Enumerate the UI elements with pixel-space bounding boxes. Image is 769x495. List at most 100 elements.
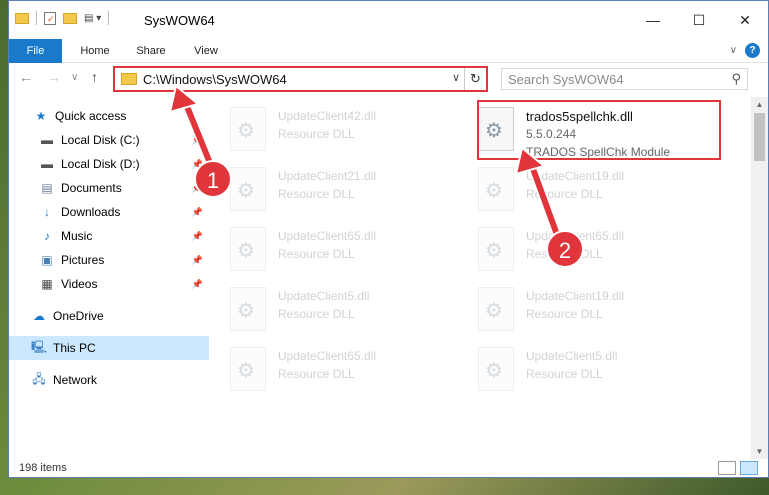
tab-file[interactable]: File [9,39,62,63]
sidebar-item-label: Local Disk (C:) [61,133,140,147]
dll-file-icon [230,167,266,211]
recent-locations-icon[interactable]: ∨ [71,72,78,83]
sidebar-item-videos[interactable]: ▦ Videos 📌 [9,272,209,296]
folder-icon[interactable] [15,12,29,24]
file-tile[interactable]: UpdateClient19.dll Resource DLL [468,161,708,217]
file-name: UpdateClient5.dll [278,289,370,303]
file-name: UpdateClient5.dll [526,349,618,363]
window-controls: — ☐ ✕ [630,1,768,39]
vertical-scrollbar[interactable]: ▲ ▼ [751,97,768,459]
properties-icon[interactable]: ✓ [44,11,56,25]
dll-file-icon [230,227,266,271]
file-description: Resource DLL [526,187,603,201]
explorer-window: ✓ ▤ ▾ SysWOW64 — ☐ ✕ File Home Share Vie… [8,0,769,478]
sidebar-item-local-disk-d[interactable]: ▬ Local Disk (D:) 📌 [9,152,209,176]
sidebar-item-documents[interactable]: ▤ Documents 📌 [9,176,209,200]
ribbon-tabs: File Home Share View ∨ ? [9,39,768,63]
dll-file-icon [478,167,514,211]
sidebar-item-quick-access[interactable]: ★ Quick access [9,104,209,128]
file-description: Resource DLL [278,367,355,381]
pin-icon: 📌 [191,134,203,145]
file-tile[interactable]: UpdateClient5.dll Resource DLL [468,341,708,397]
help-icon[interactable]: ? [745,43,760,58]
chevron-down-icon[interactable]: ∨ [452,71,460,84]
computer-icon: 🖳 [31,339,48,354]
music-icon: ♪ [44,229,50,243]
back-arrow-icon[interactable]: ← [19,69,33,85]
view-toggles [718,461,758,475]
ribbon-right-controls: ∨ ? [730,43,760,58]
navigation-pane: ★ Quick access ▬ Local Disk (C:) 📌 ▬ Loc… [9,97,209,459]
file-tile[interactable]: UpdateClient19.dll Resource DLL [468,281,708,337]
quick-access-toolbar: ✓ ▤ ▾ [15,11,110,25]
file-description: Resource DLL [526,367,603,381]
file-description: Resource DLL [278,127,355,141]
details-view-icon[interactable] [718,461,736,475]
file-tile[interactable]: UpdateClient65.dll Resource DLL [220,341,460,397]
documents-icon: ▤ [41,181,53,195]
folder-icon [121,73,137,85]
sidebar-item-downloads[interactable]: ↓ Downloads 📌 [9,200,209,224]
star-icon: ★ [35,109,47,123]
sidebar-item-music[interactable]: ♪ Music 📌 [9,224,209,248]
scroll-down-icon[interactable]: ▼ [751,447,768,456]
download-icon: ↓ [44,205,50,219]
close-button[interactable]: ✕ [722,1,768,39]
dll-file-icon [478,227,514,271]
pin-icon: 📌 [191,230,203,241]
maximize-button[interactable]: ☐ [676,1,722,39]
window-title: SysWOW64 [144,13,215,28]
refresh-icon[interactable]: ↻ [464,68,486,90]
tab-share[interactable]: Share [127,39,175,63]
dll-file-icon [478,287,514,331]
address-bar[interactable]: C:\Windows\SysWOW64 ∨ ↻ [113,66,488,92]
sidebar-item-label: Pictures [61,253,105,267]
drive-icon: ▬ [41,133,53,147]
address-path[interactable]: C:\Windows\SysWOW64 [143,72,287,87]
file-tile[interactable]: UpdateClient65.dll Resource DLL [468,221,708,277]
new-folder-icon[interactable] [63,12,77,24]
file-tile[interactable]: UpdateClient21.dll Resource DLL [220,161,460,217]
dll-file-icon [230,347,266,391]
search-placeholder: Search SysWOW64 [508,72,624,87]
file-name: UpdateClient65.dll [278,229,377,243]
minimize-button[interactable]: — [630,1,676,39]
sidebar-item-label: Quick access [55,109,127,123]
pictures-icon: ▣ [41,253,53,267]
up-arrow-icon[interactable]: ↑ [91,69,98,85]
pin-icon: 📌 [191,254,203,265]
tab-view[interactable]: View [183,39,229,63]
search-icon: ⚲ [731,71,741,86]
scroll-thumb[interactable] [754,113,765,161]
file-name: UpdateClient19.dll [526,169,625,183]
dll-file-icon [230,287,266,331]
customize-toolbar-icon[interactable]: ▤ ▾ [84,13,101,24]
sidebar-item-label: OneDrive [53,309,104,323]
sidebar-item-this-pc[interactable]: 🖳 This PC [9,336,209,360]
navigation-bar: ← → ∨ ↑ C:\Windows\SysWOW64 ∨ ↻ Search S… [9,63,768,95]
search-input[interactable]: Search SysWOW64 ⚲ [501,68,748,90]
file-description: Resource DLL [278,187,355,201]
title-bar: ✓ ▤ ▾ SysWOW64 — ☐ ✕ [9,1,768,39]
pin-icon: 📌 [191,278,203,289]
expand-ribbon-icon[interactable]: ∨ [730,45,737,56]
dll-file-icon [478,347,514,391]
sidebar-item-local-disk-c[interactable]: ▬ Local Disk (C:) 📌 [9,128,209,152]
large-icons-view-icon[interactable] [740,461,758,475]
file-name: UpdateClient21.dll [278,169,377,183]
file-tile[interactable]: UpdateClient42.dll Resource DLL [220,101,460,157]
forward-arrow-icon[interactable]: → [47,69,61,85]
file-tile[interactable]: UpdateClient65.dll Resource DLL [220,221,460,277]
sidebar-item-onedrive[interactable]: ☁ OneDrive [9,304,209,328]
file-highlight-box [477,100,721,160]
file-name: UpdateClient65.dll [278,349,377,363]
step-badge-1: 1 [194,160,232,198]
scroll-up-icon[interactable]: ▲ [751,100,768,109]
network-icon: 🖧 [32,371,46,386]
file-tile[interactable]: UpdateClient5.dll Resource DLL [220,281,460,337]
toolbar-divider [108,11,110,25]
sidebar-item-network[interactable]: 🖧 Network [9,368,209,392]
sidebar-item-pictures[interactable]: ▣ Pictures 📌 [9,248,209,272]
tab-home[interactable]: Home [71,39,119,63]
pin-icon: 📌 [191,206,203,217]
